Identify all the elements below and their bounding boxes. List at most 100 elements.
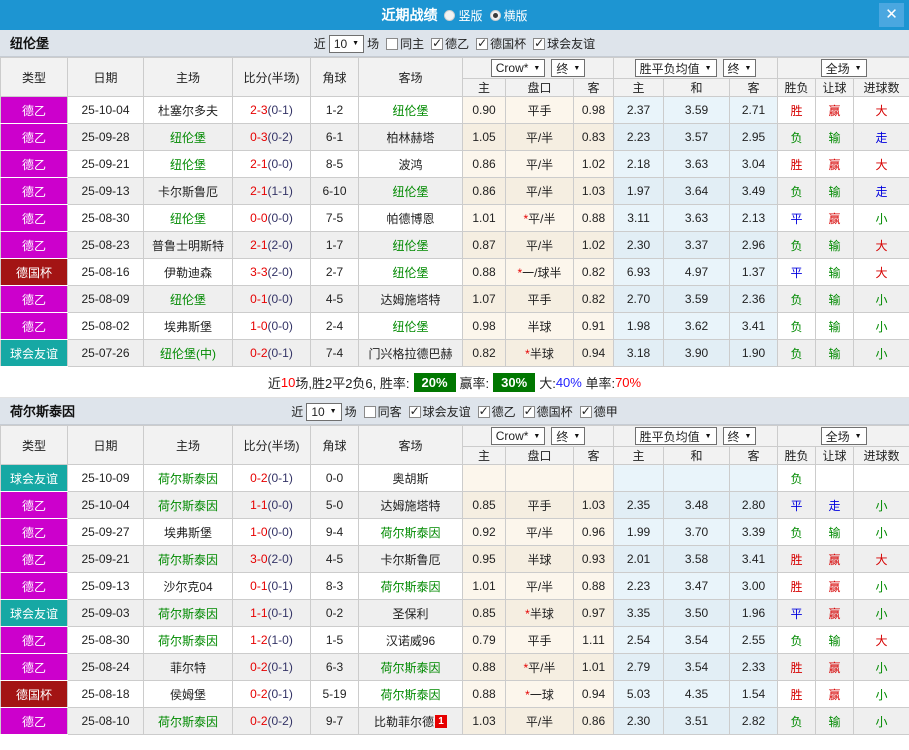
avg-draw-odds: 3.54	[663, 626, 731, 654]
avg-odds-select[interactable]: 胜平负均值 ▼	[634, 427, 717, 445]
handicap-result: 赢	[815, 599, 855, 627]
match-result: 负	[777, 177, 817, 205]
col-handicap-result: 让球	[815, 78, 855, 97]
asian-handicap: *一球	[505, 680, 574, 708]
avg-odds-select[interactable]: 胜平负均值 ▼	[634, 59, 717, 77]
summary-segment: 单率:	[581, 375, 616, 391]
away-team-name: 纽伦堡	[392, 238, 429, 253]
score-fulltime: 1-1	[250, 498, 268, 512]
goals-result: 大	[853, 231, 909, 259]
handicap-result: 赢	[815, 150, 855, 178]
match-count-select[interactable]: 10 ▼	[306, 402, 342, 421]
avg-away-odds: 2.82	[729, 707, 779, 735]
asian-handicap: *半球	[505, 339, 574, 367]
dropdown-caret-icon: ▼	[704, 432, 712, 440]
checkbox-checked-icon	[533, 36, 546, 50]
away-team-name: 圣保利	[392, 606, 429, 621]
handicap-text: 半球	[529, 606, 554, 621]
odds-company-select[interactable]: Crow* ▼	[490, 427, 546, 445]
filter-同主[interactable]: 同主	[386, 35, 424, 52]
match-score: 1-1(0-1)	[232, 599, 311, 627]
match-score: 2-3(0-1)	[232, 96, 311, 124]
match-row: 德乙 25-08-02 埃弗斯堡 1-0(0-0) 2-4 纽伦堡 0.98 半球 0.91 1.…	[0, 312, 909, 340]
checkbox-checked-icon	[408, 404, 421, 418]
away-team: 柏林赫塔	[358, 123, 463, 151]
match-row: 德乙 25-09-21 荷尔斯泰因 3-0(2-0) 4-5 卡尔斯鲁厄 0.95 半球 0.9…	[0, 545, 909, 573]
handicap-result-text: 赢	[828, 211, 841, 226]
score-halftime: (1-1)	[267, 184, 293, 198]
match-date: 25-08-23	[67, 231, 144, 259]
filter-德国杯[interactable]: 德国杯	[522, 403, 573, 420]
home-team: 荷尔斯泰因	[143, 545, 233, 573]
asian-away-odds: 0.96	[572, 518, 615, 546]
filter-德甲[interactable]: 德甲	[579, 403, 618, 420]
odds-final-select[interactable]: 终 ▼	[551, 427, 586, 445]
avg-final-select[interactable]: 终 ▼	[722, 59, 757, 77]
filter-德乙[interactable]: 德乙	[477, 403, 516, 420]
asian-handicap: *平/半	[505, 653, 574, 681]
asian-home-odds: 0.98	[462, 312, 506, 340]
match-result: 负	[777, 231, 817, 259]
corner-score: 0-0	[310, 464, 359, 492]
away-team: 纽伦堡	[358, 231, 463, 259]
summary-segment: 赢率:	[459, 375, 490, 391]
avg-final-select[interactable]: 终 ▼	[722, 427, 757, 445]
score-halftime: (0-0)	[267, 525, 293, 539]
filter-球会友谊[interactable]: 球会友谊	[533, 35, 595, 52]
away-team: 荷尔斯泰因	[358, 518, 463, 546]
layout-radio-horizontal[interactable]: 横版	[489, 7, 528, 24]
scope-select[interactable]: 全场 ▼	[820, 427, 867, 445]
score-halftime: (0-0)	[267, 157, 293, 171]
match-date: 25-07-26	[67, 339, 144, 367]
match-row: 球会友谊 25-09-03 荷尔斯泰因 1-1(0-1) 0-2 圣保利 0.85 *半球 0.…	[0, 599, 909, 627]
asian-handicap: 平/半	[505, 707, 574, 735]
select-value: 终	[727, 429, 740, 444]
match-score: 0-2(0-2)	[232, 707, 311, 735]
goals-result: 小	[853, 312, 909, 340]
col-home: 主场	[143, 425, 233, 465]
result-text: 负	[790, 346, 803, 361]
away-team-name: 纽伦堡	[392, 103, 429, 118]
scope-group-header: 全场 ▼	[777, 425, 909, 447]
avg-away-odds: 1.37	[729, 258, 779, 286]
match-count-select[interactable]: 10 ▼	[328, 34, 365, 53]
checkbox-icon	[363, 405, 376, 418]
match-result: 负	[777, 707, 817, 735]
asian-away-odds: 0.97	[572, 599, 615, 627]
close-button[interactable]: ✕	[879, 3, 904, 27]
filter-同客[interactable]: 同客	[363, 403, 402, 420]
goals-result-text: 大	[875, 633, 888, 648]
filter-球会友谊[interactable]: 球会友谊	[408, 403, 471, 420]
match-row: 德国杯 25-08-16 伊勒迪森 3-3(2-0) 2-7 纽伦堡 0.88 *一/球半 0.…	[0, 258, 909, 286]
summary-segment: 10	[280, 374, 296, 390]
handicap-result: 输	[815, 312, 855, 340]
goals-result: 小	[853, 680, 909, 708]
away-team-name: 达姆施塔特	[380, 498, 441, 513]
layout-radio-vertical[interactable]: 竖版	[444, 7, 483, 24]
match-result: 胜	[777, 96, 817, 124]
odds-final-select[interactable]: 终 ▼	[551, 59, 586, 77]
match-result: 胜	[777, 680, 817, 708]
avg-draw-odds: 3.70	[663, 518, 731, 546]
match-result: 平	[777, 491, 817, 519]
col-date: 日期	[67, 57, 144, 97]
handicap-result: 输	[815, 231, 855, 259]
asian-handicap: 平/半	[505, 518, 574, 546]
result-text: 负	[790, 525, 803, 540]
avg-draw-odds: 3.48	[663, 491, 731, 519]
handicap-text: 一球	[529, 687, 554, 702]
match-score: 0-0(0-0)	[232, 204, 311, 232]
home-team: 荷尔斯泰因	[143, 707, 233, 735]
league-type-badge: 球会友谊	[0, 339, 68, 367]
col-home: 主场	[143, 57, 233, 97]
scope-select[interactable]: 全场 ▼	[820, 59, 867, 77]
filter-德国杯[interactable]: 德国杯	[476, 35, 526, 52]
league-type-badge: 德乙	[0, 707, 68, 735]
home-team: 纽伦堡	[143, 285, 233, 313]
handicap-result: 输	[815, 123, 855, 151]
asian-home-odds: 0.92	[462, 518, 506, 546]
match-date: 25-10-04	[67, 96, 144, 124]
odds-company-select[interactable]: Crow* ▼	[490, 59, 546, 77]
filter-德乙[interactable]: 德乙	[431, 35, 469, 52]
dropdown-caret-icon: ▼	[854, 64, 862, 72]
